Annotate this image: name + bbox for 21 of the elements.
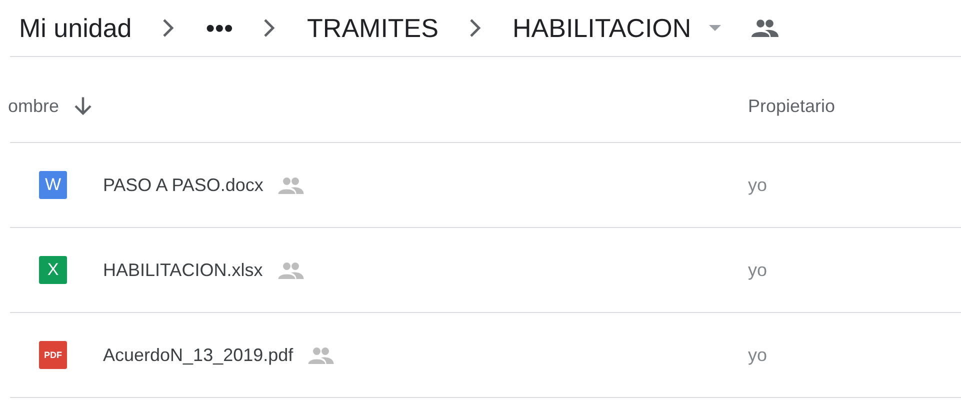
owner-cell: yo [748,344,768,366]
column-header[interactable]: ombre [8,96,60,116]
breadcrumb-item[interactable]: HABILITACION [512,12,692,44]
owner-cell: yo [748,174,768,196]
breadcrumb-item[interactable]: ••• [206,12,234,44]
chevron-right-icon [162,18,174,38]
file-name[interactable]: AcuerdoN_13_2019.pdf [103,344,294,366]
column-header[interactable]: Propietario [748,96,836,116]
breadcrumb-item[interactable]: TRAMITES [307,12,438,44]
owner-cell: yo [748,260,768,280]
breadcrumb-item[interactable]: Mi unidad [19,12,132,44]
chevron-right-icon [263,18,276,38]
people-icon [751,19,780,37]
file-type-icon: W [39,171,67,199]
file-type-icon: PDF [39,341,67,369]
file-type-icon: X [39,256,67,284]
caret-down-icon[interactable] [709,25,722,31]
file-name[interactable]: PASO A PASO.docx [103,174,264,196]
file-name[interactable]: HABILITACION.xlsx [103,260,263,280]
arrow-down-icon[interactable] [73,96,94,116]
chevron-right-icon [468,18,480,38]
